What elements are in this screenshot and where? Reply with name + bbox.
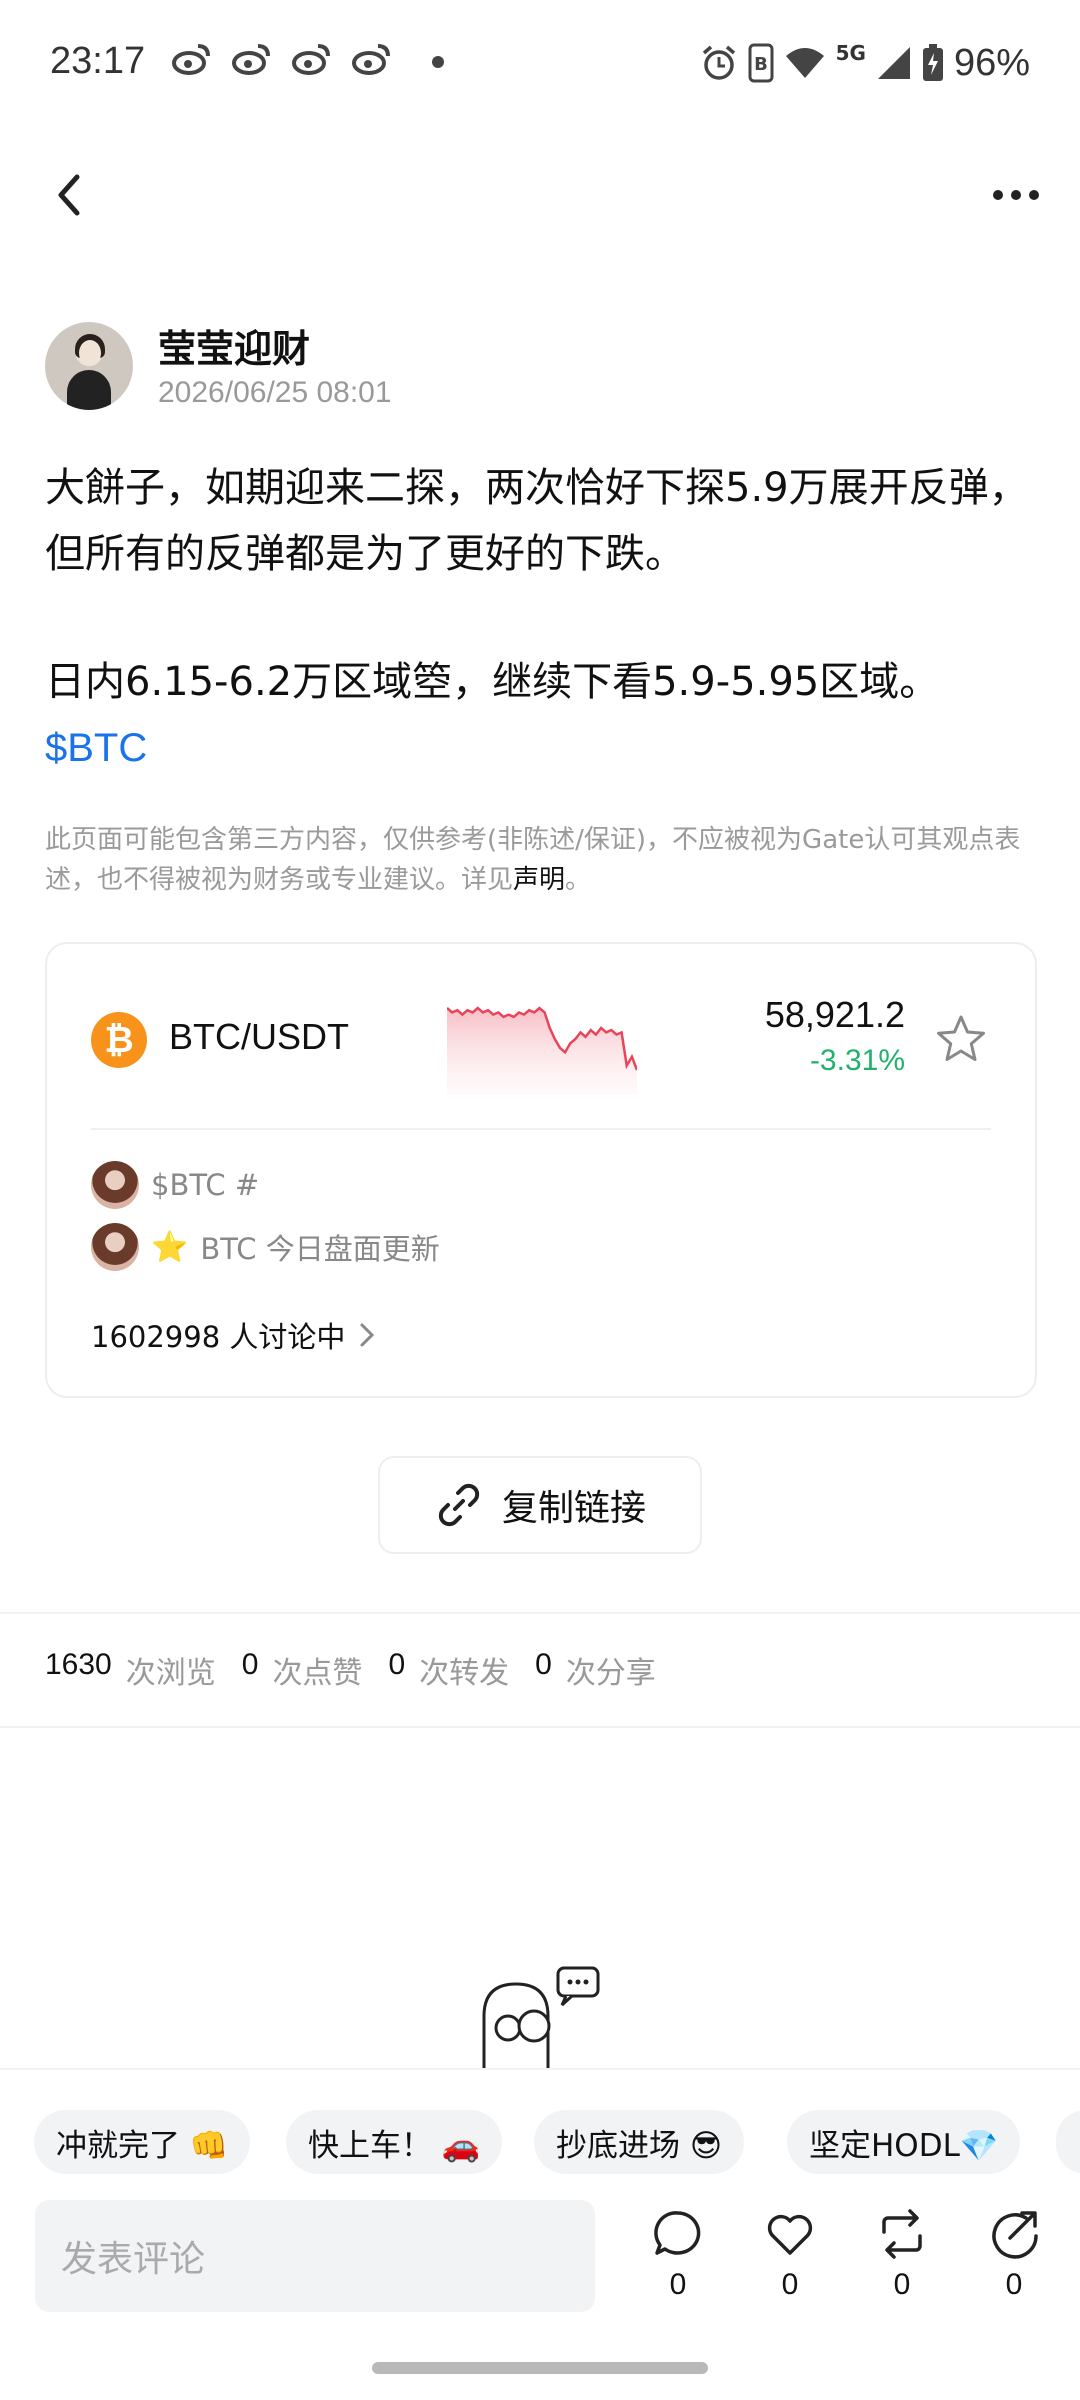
quick-reaction-chip[interactable]: 快上车！ 🚗 [286,2110,503,2174]
quick-reaction-chip[interactable]: 抄底进场 😎 [534,2110,745,2174]
signal-icon [877,47,910,79]
price-change: -3.31% [809,1044,905,1077]
star-emoji-icon: ⭐ [151,1229,189,1265]
heart-icon [767,2214,813,2255]
discussion-count-link[interactable]: 1602998 人讨论中 [91,1314,375,1356]
quick-reactions-bar: 冲就完了 👊 快上车！ 🚗 抄底进场 😎 坚定HODL💎 [0,2068,1080,2198]
status-time: 23:17 [50,40,146,82]
ticker-link[interactable]: $BTC [45,726,147,770]
market-card[interactable]: ₿ BTC/USDT 58,921.2 -3.31% $BTC # ⭐ BTC … [45,942,1037,1398]
topic-text: $BTC # [151,1168,260,1202]
status-bar: 23:17 B 5G 96% [0,0,1080,130]
link-icon [438,1483,480,1527]
current-price: 58,921.2 [764,994,905,1035]
card-divider [91,1128,991,1130]
share-icon [992,2211,1038,2259]
avatar [91,1161,139,1209]
repost-icon [882,2209,922,2259]
share-button[interactable]: 0 [974,2208,1054,2318]
topic-item[interactable]: ⭐ BTC 今日盘面更新 [91,1222,440,1272]
wifi-icon [785,48,824,78]
stat-reposts: 0 次转发 [388,1648,510,1691]
disclaimer: 此页面可能包含第三方内容，仅供参考(非陈述/保证)，不应被视为Gate认可其观点… [45,825,1021,895]
post-paragraph-2: 日内6.15-6.2万区域箜，继续下看5.9-5.95区域。 [45,659,940,705]
post-content: 大餅子，如期迎来二探，两次恰好下探5.9万展开反弹，但所有的反弹都是为了更好的下… [45,455,1035,781]
battery-level: 96% [953,41,1030,84]
weibo-notification-icon [232,44,270,75]
discussion-count: 1602998 人讨论中 [91,1320,346,1354]
post-paragraph-1: 大餅子，如期迎来二探，两次恰好下探5.9万展开反弹，但所有的反弹都是为了更好的下… [45,465,1029,577]
like-button[interactable]: 0 [750,2208,830,2318]
more-notifications-dot [432,56,444,68]
home-indicator [372,2362,708,2374]
battery-icon [922,44,943,81]
weibo-notification-icon [292,44,330,75]
stat-views: 1630 次浏览 [45,1648,216,1691]
post-stats: 1630 次浏览 0 次点赞 0 次转发 0 次分享 [45,1648,670,1692]
svg-text:B: B [754,54,768,75]
quick-reaction-chip-partial[interactable] [1056,2110,1080,2174]
more-options-button[interactable] [980,165,1052,225]
author-name[interactable]: 莹莹迎财 [158,318,310,373]
stat-likes: 0 次点赞 [241,1648,363,1691]
network-type: 5G [835,41,866,65]
comment-button[interactable]: 0 [638,2208,718,2318]
chevron-right-icon [360,1323,375,1347]
empty-comments-illustration [482,1966,600,2070]
comment-icon [654,2211,701,2255]
divider [0,1612,1080,1614]
quick-reaction-chip[interactable]: 冲就完了 👊 [34,2110,251,2174]
nfc-icon: B [748,43,774,83]
quick-reaction-chip[interactable]: 坚定HODL💎 [787,2110,1021,2174]
statement-link[interactable]: 声明 [513,865,565,895]
status-indicators: B 5G 96% [700,38,1030,88]
topic-text: BTC 今日盘面更新 [200,1232,440,1266]
star-icon[interactable] [933,1012,989,1068]
price-sparkline [447,1006,637,1094]
back-button[interactable] [40,165,100,225]
author-avatar[interactable] [45,322,133,410]
weibo-notification-icon [172,44,210,75]
weibo-notification-icon [352,44,390,75]
trading-pair: BTC/USDT [169,1016,349,1057]
sparkline-area [447,1008,637,1094]
copy-link-label: 复制链接 [501,1488,646,1529]
avatar [91,1223,139,1271]
post-timestamp: 2026/06/25 08:01 [158,376,392,409]
alarm-icon [702,45,735,80]
more-dots-icon [993,190,1003,200]
stat-shares: 0 次分享 [535,1648,656,1691]
chevron-left-icon [58,174,80,216]
repost-button[interactable]: 0 [862,2208,942,2318]
bitcoin-icon: ₿ [91,1012,147,1068]
divider [0,1726,1080,1728]
comment-input[interactable]: 发表评论 [35,2200,595,2312]
copy-link-button[interactable]: 复制链接 [378,1456,702,1554]
topic-item[interactable]: $BTC # [91,1160,259,1210]
